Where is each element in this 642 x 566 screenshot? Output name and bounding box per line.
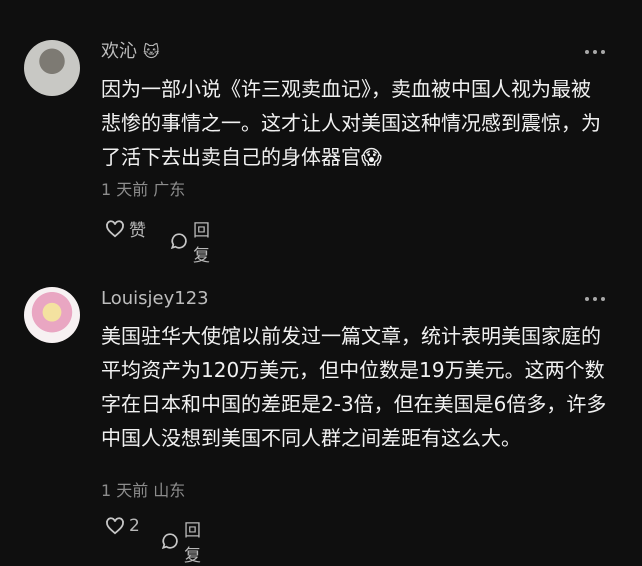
reply-label: 回复 <box>193 221 210 266</box>
more-icon <box>585 297 605 301</box>
like-button[interactable]: 赞 <box>105 216 146 241</box>
location-text: 广东 <box>153 180 186 199</box>
username[interactable]: 欢沁 🐱 <box>101 40 160 64</box>
username-text[interactable]: Louisjey123 <box>101 288 209 309</box>
like-count: 2 <box>129 516 140 536</box>
username-text[interactable]: 欢沁 <box>101 41 137 62</box>
time-text: 1 天前 <box>101 180 149 199</box>
reply-button[interactable]: 回复 <box>160 516 201 566</box>
comment-text: 因为一部小说《许三观卖血记》，卖血被中国人视为最被悲惨的事情之一。这才让人对美国… <box>101 77 601 169</box>
username[interactable]: Louisjey123 <box>101 287 209 311</box>
avatar[interactable] <box>24 40 80 96</box>
reply-button[interactable]: 回复 <box>169 216 210 266</box>
location-text: 山东 <box>153 481 186 500</box>
like-button[interactable]: 2 <box>105 516 140 536</box>
comment-text: 美国驻华大使馆以前发过一篇文章，统计表明美国家庭的平均资产为120万美元，但中位… <box>101 324 607 450</box>
username-emoji: 🐱 <box>143 42 160 61</box>
more-button[interactable] <box>584 289 606 309</box>
like-label: 赞 <box>129 221 146 241</box>
comment-meta: 1 天前 广东 <box>101 180 185 200</box>
comment-meta: 1 天前 山东 <box>101 481 185 501</box>
comment-bubble-icon <box>169 231 189 251</box>
heart-icon <box>105 517 125 535</box>
heart-icon <box>105 219 125 238</box>
more-icon <box>585 50 605 54</box>
time-text: 1 天前 <box>101 481 149 500</box>
more-button[interactable] <box>584 42 606 62</box>
reply-label: 回复 <box>184 521 201 566</box>
comment-bubble-icon <box>160 531 180 551</box>
avatar[interactable] <box>24 287 80 343</box>
